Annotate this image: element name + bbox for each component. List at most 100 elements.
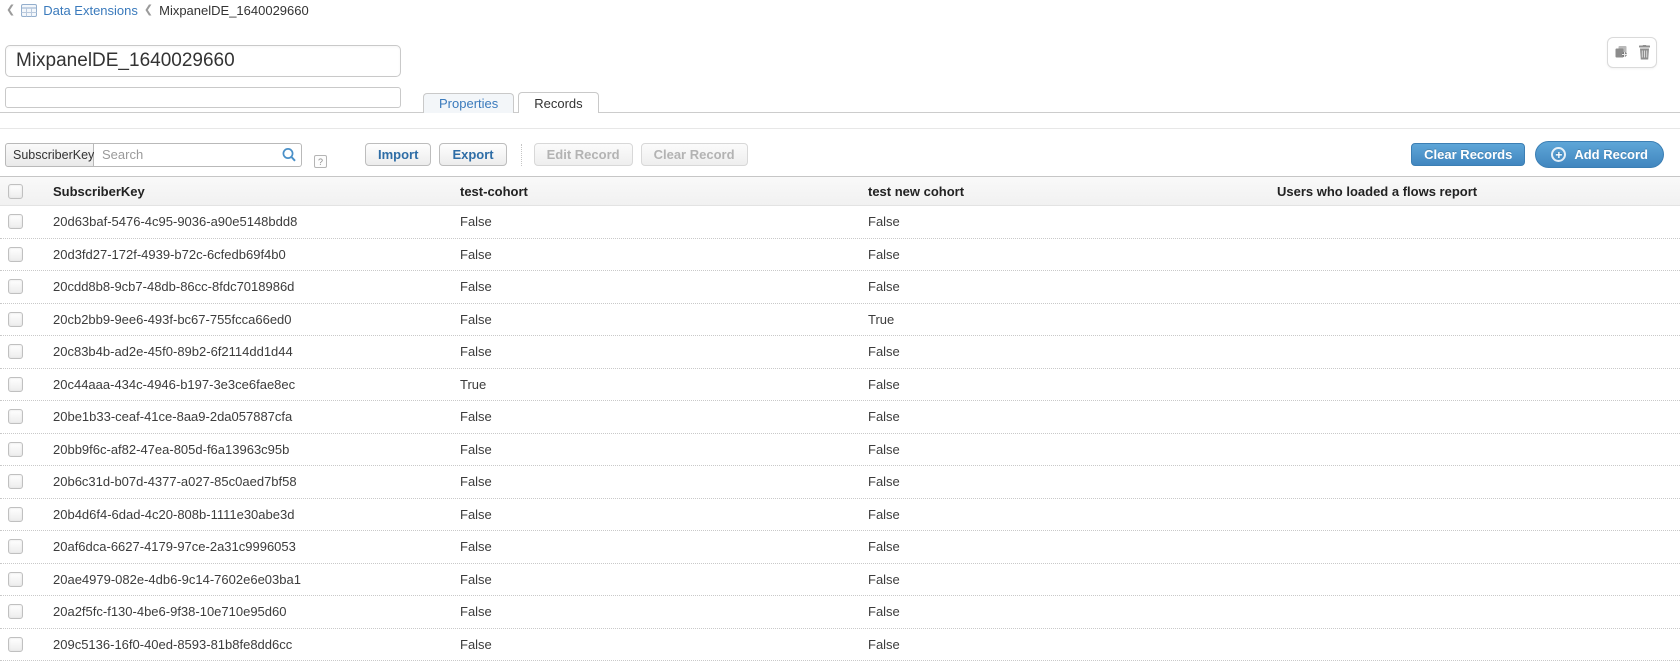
cell-test-new-cohort: True <box>868 312 1277 327</box>
row-checkbox[interactable] <box>8 344 23 359</box>
external-key-input[interactable] <box>5 87 401 108</box>
records-table: SubscriberKey test-cohort test new cohor… <box>0 176 1680 661</box>
cell-test-new-cohort: False <box>868 377 1277 392</box>
table-row[interactable]: 20be1b33-ceaf-41ce-8aa9-2da057887cfa Fal… <box>0 401 1680 434</box>
header-actions <box>1607 37 1657 68</box>
plus-icon: + <box>1551 147 1566 162</box>
row-checkbox-cell <box>0 247 53 262</box>
row-checkbox[interactable] <box>8 572 23 587</box>
clear-record-button[interactable]: Clear Record <box>641 143 748 166</box>
toolbar-separator <box>521 144 522 166</box>
cell-test-cohort: False <box>460 247 868 262</box>
back-chevron-icon[interactable]: ❮ <box>6 5 15 16</box>
row-checkbox-cell <box>0 637 53 652</box>
row-checkbox[interactable] <box>8 247 23 262</box>
column-header-flows-report[interactable]: Users who loaded a flows report <box>1277 184 1680 199</box>
row-checkbox[interactable] <box>8 474 23 489</box>
row-checkbox-cell <box>0 442 53 457</box>
column-header-subscriber-key[interactable]: SubscriberKey <box>53 184 460 199</box>
cell-test-cohort: False <box>460 507 868 522</box>
select-all-cell <box>0 184 53 199</box>
edit-record-button[interactable]: Edit Record <box>534 143 633 166</box>
search-input[interactable] <box>94 143 302 167</box>
row-checkbox-cell <box>0 312 53 327</box>
cell-test-new-cohort: False <box>868 572 1277 587</box>
column-header-test-cohort[interactable]: test-cohort <box>460 184 868 199</box>
row-checkbox[interactable] <box>8 604 23 619</box>
table-row[interactable]: 20d63baf-5476-4c95-9036-a90e5148bdd8 Fal… <box>0 206 1680 239</box>
row-checkbox[interactable] <box>8 279 23 294</box>
cell-test-cohort: False <box>460 279 868 294</box>
help-icon[interactable]: ? <box>314 155 327 168</box>
row-checkbox[interactable] <box>8 377 23 392</box>
row-checkbox-cell <box>0 507 53 522</box>
row-checkbox[interactable] <box>8 409 23 424</box>
table-row[interactable]: 20ae4979-082e-4db6-9c14-7602e6e03ba1 Fal… <box>0 564 1680 597</box>
row-checkbox-cell <box>0 377 53 392</box>
tab-bar: Properties Records <box>423 92 599 113</box>
cell-subscriber-key: 20cb2bb9-9ee6-493f-bc67-755fcca66ed0 <box>53 312 460 327</box>
cell-test-cohort: False <box>460 409 868 424</box>
export-button[interactable]: Export <box>439 143 506 166</box>
cell-test-cohort: True <box>460 377 868 392</box>
cell-test-new-cohort: False <box>868 279 1277 294</box>
toolbar-top-divider <box>0 128 1680 129</box>
cell-test-new-cohort: False <box>868 604 1277 619</box>
table-row[interactable]: 20b6c31d-b07d-4377-a027-85c0aed7bf58 Fal… <box>0 466 1680 499</box>
row-checkbox[interactable] <box>8 507 23 522</box>
cell-test-new-cohort: False <box>868 214 1277 229</box>
cell-test-cohort: False <box>460 474 868 489</box>
toolbar-right-group: Clear Records + Add Record <box>1411 141 1664 168</box>
row-checkbox[interactable] <box>8 442 23 457</box>
table-row[interactable]: 20b4d6f4-6dad-4c20-808b-1111e30abe3d Fal… <box>0 499 1680 532</box>
delete-icon[interactable] <box>1638 45 1651 60</box>
cell-subscriber-key: 20be1b33-ceaf-41ce-8aa9-2da057887cfa <box>53 409 460 424</box>
copy-icon[interactable] <box>1614 45 1629 60</box>
cell-test-new-cohort: False <box>868 474 1277 489</box>
cell-test-cohort: False <box>460 539 868 554</box>
table-row[interactable]: 20cdd8b8-9cb7-48db-86cc-8fdc7018986d Fal… <box>0 271 1680 304</box>
name-input[interactable] <box>5 45 401 77</box>
table-row[interactable]: 20c83b4b-ad2e-45f0-89b2-6f2114dd1d44 Fal… <box>0 336 1680 369</box>
table-header-row: SubscriberKey test-cohort test new cohor… <box>0 176 1680 206</box>
cell-test-new-cohort: False <box>868 539 1277 554</box>
table-row[interactable]: 20bb9f6c-af82-47ea-805d-f6a13963c95b Fal… <box>0 434 1680 467</box>
cell-subscriber-key: 20d3fd27-172f-4939-b72c-6cfedb69f4b0 <box>53 247 460 262</box>
table-row[interactable]: 209c5136-16f0-40ed-8593-81b8fe8dd6cc Fal… <box>0 629 1680 662</box>
cell-subscriber-key: 20a2f5fc-f130-4be6-9f38-10e710e95d60 <box>53 604 460 619</box>
records-toolbar: SubscriberKey ▾ ? Import Export Edit Rec… <box>5 141 1664 168</box>
table-row[interactable]: 20a2f5fc-f130-4be6-9f38-10e710e95d60 Fal… <box>0 596 1680 629</box>
table-row[interactable]: 20d3fd27-172f-4939-b72c-6cfedb69f4b0 Fal… <box>0 239 1680 272</box>
row-checkbox-cell <box>0 539 53 554</box>
add-record-button[interactable]: + Add Record <box>1535 141 1664 168</box>
tab-properties[interactable]: Properties <box>423 93 514 113</box>
cell-test-new-cohort: False <box>868 247 1277 262</box>
cell-subscriber-key: 20d63baf-5476-4c95-9036-a90e5148bdd8 <box>53 214 460 229</box>
search-field-dropdown[interactable]: SubscriberKey ▾ <box>5 143 94 167</box>
cell-test-cohort: False <box>460 312 868 327</box>
row-checkbox[interactable] <box>8 214 23 229</box>
tab-underline <box>0 112 1680 113</box>
cell-test-cohort: False <box>460 442 868 457</box>
cell-test-new-cohort: False <box>868 409 1277 424</box>
row-checkbox[interactable] <box>8 539 23 554</box>
table-row[interactable]: 20c44aaa-434c-4946-b197-3e3ce6fae8ec Tru… <box>0 369 1680 402</box>
row-checkbox[interactable] <box>8 312 23 327</box>
row-checkbox[interactable] <box>8 637 23 652</box>
breadcrumb-separator-icon: ❮ <box>144 5 153 16</box>
table-row[interactable]: 20af6dca-6627-4179-97ce-2a31c9996053 Fal… <box>0 531 1680 564</box>
cell-subscriber-key: 20bb9f6c-af82-47ea-805d-f6a13963c95b <box>53 442 460 457</box>
search-icon[interactable] <box>281 147 297 163</box>
row-checkbox-cell <box>0 572 53 587</box>
row-checkbox-cell <box>0 344 53 359</box>
cell-subscriber-key: 20ae4979-082e-4db6-9c14-7602e6e03ba1 <box>53 572 460 587</box>
select-all-checkbox[interactable] <box>8 184 23 199</box>
tab-records[interactable]: Records <box>518 92 598 113</box>
cell-test-cohort: False <box>460 214 868 229</box>
breadcrumb-link-data-extensions[interactable]: Data Extensions <box>43 3 138 18</box>
column-header-test-new-cohort[interactable]: test new cohort <box>868 184 1277 199</box>
clear-records-button[interactable]: Clear Records <box>1411 143 1525 166</box>
import-button[interactable]: Import <box>365 143 431 166</box>
table-row[interactable]: 20cb2bb9-9ee6-493f-bc67-755fcca66ed0 Fal… <box>0 304 1680 337</box>
add-record-label: Add Record <box>1574 147 1648 162</box>
